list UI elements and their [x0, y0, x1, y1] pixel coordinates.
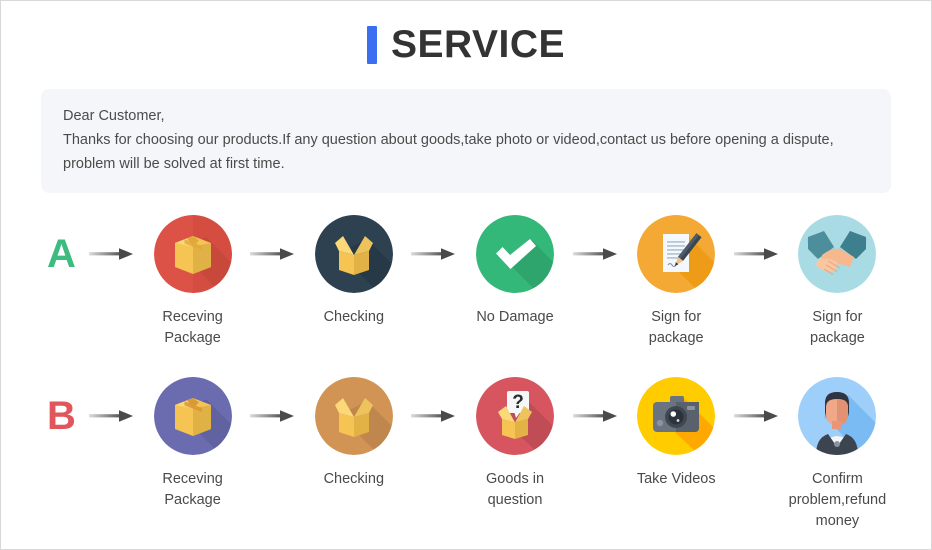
flow-step[interactable]: No Damage — [461, 215, 568, 328]
flow-step[interactable]: ? Goods in question — [461, 377, 568, 511]
step-label: No Damage — [476, 309, 554, 325]
right-arrow-icon — [569, 215, 623, 293]
service-page: SERVICE Dear Customer, Thanks for choosi… — [0, 0, 932, 550]
open-box-icon — [314, 377, 393, 455]
row-letter-a: A — [47, 232, 76, 276]
notice-line-2: Thanks for choosing our products.If any … — [63, 132, 834, 148]
flow-step[interactable]: Checking — [300, 215, 407, 328]
flow-row-b: B Receving Package Checking ? Goods in q… — [1, 377, 931, 532]
step-label: Sign for package — [810, 309, 865, 346]
step-label: Receving Package — [162, 471, 223, 508]
check-mark-icon — [476, 215, 554, 293]
flow-step[interactable]: Checking — [300, 377, 407, 490]
step-label: Sign for package — [648, 309, 704, 346]
camera-icon — [637, 377, 716, 455]
support-person-icon — [798, 377, 877, 455]
open-box-icon — [314, 215, 393, 293]
step-label: Confirm problem,refund money — [788, 471, 887, 529]
right-arrow-icon — [85, 215, 139, 293]
flow-step[interactable]: Confirm problem,refund money — [784, 377, 891, 532]
step-label: Goods in question — [485, 471, 545, 508]
customer-notice-box: Dear Customer, Thanks for choosing our p… — [41, 89, 891, 193]
question-box-icon: ? — [476, 377, 554, 455]
flow-step[interactable]: Receving Package — [139, 377, 246, 511]
step-label: Checking — [323, 309, 385, 325]
notice-line-1: Dear Customer, — [63, 108, 165, 124]
page-title-text: SERVICE — [390, 23, 565, 66]
flow-step[interactable]: Sign for package — [623, 215, 730, 349]
title-accent-bar — [366, 25, 377, 64]
flow-step[interactable]: Sign for package — [784, 215, 891, 349]
right-arrow-icon — [85, 377, 139, 455]
right-arrow-icon — [407, 377, 461, 455]
row-letter-b: B — [47, 394, 76, 438]
flow-row-a: A Receving Package Checking No Damage Si… — [1, 215, 931, 349]
step-label: Take Videos — [636, 471, 716, 487]
document-pen-icon — [637, 215, 716, 293]
package-box-icon — [153, 215, 232, 293]
right-arrow-icon — [407, 215, 461, 293]
flow-step[interactable]: Receving Package — [139, 215, 246, 349]
step-label: Receving Package — [162, 309, 223, 346]
right-arrow-icon — [569, 377, 623, 455]
page-title: SERVICE — [1, 25, 931, 64]
notice-line-3: problem will be solved at first time. — [63, 156, 285, 172]
right-arrow-icon — [730, 215, 784, 293]
right-arrow-icon — [246, 215, 300, 293]
step-label: Checking — [323, 471, 385, 487]
flow-step[interactable]: Take Videos — [623, 377, 730, 490]
package-box-icon — [153, 377, 232, 455]
handshake-icon — [798, 215, 877, 293]
right-arrow-icon — [730, 377, 784, 455]
right-arrow-icon — [246, 377, 300, 455]
